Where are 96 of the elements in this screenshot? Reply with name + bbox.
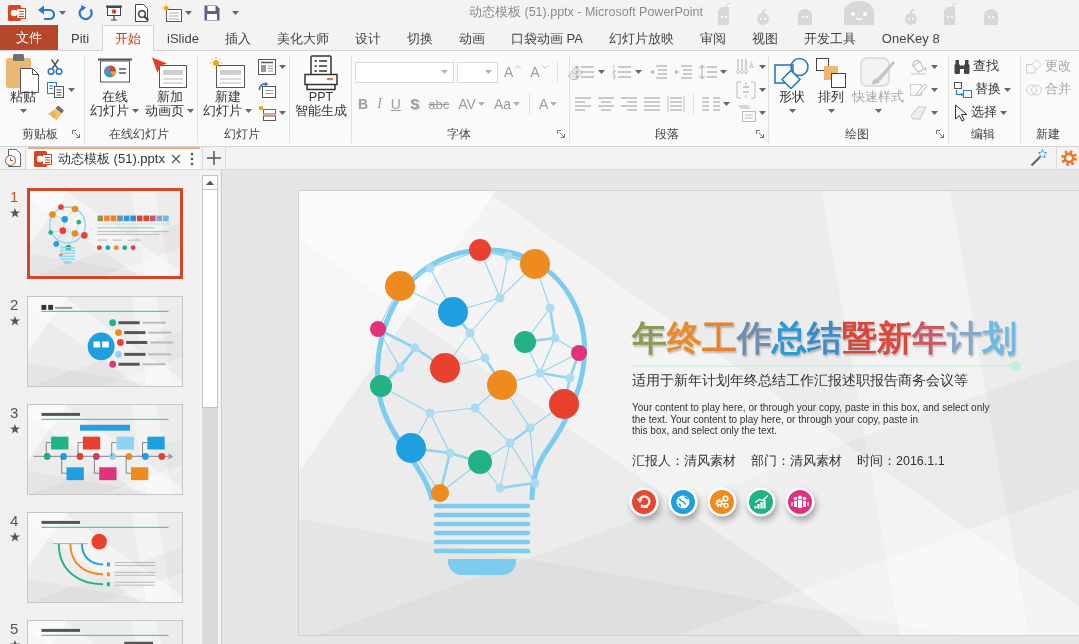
new-slide-icon [209, 56, 246, 89]
slide-subtitle: 适用于新年计划年终总结工作汇报述职报告商务会议等 [632, 372, 968, 390]
scissors-icon[interactable] [47, 58, 63, 75]
cursor-icon [954, 103, 968, 122]
ribbon-tab[interactable]: 插入 [211, 25, 264, 51]
dialog-launcher-icon[interactable] [557, 130, 565, 138]
copy-icon[interactable] [47, 81, 65, 98]
undo-icon[interactable] [38, 4, 56, 21]
new-slide-icon[interactable] [162, 3, 182, 22]
info-text: 汇报人：清风素材 [632, 452, 736, 469]
ribbon-tab[interactable]: OneKey 8 [868, 25, 953, 51]
slide-number: 2 [10, 296, 19, 313]
ribbon-tab[interactable]: 口袋动画 PA [497, 25, 596, 51]
ribbon-tab[interactable]: 开始 [102, 25, 155, 51]
group-label: 剪贴板 [22, 125, 58, 143]
ribbon-tab[interactable]: 审阅 [686, 25, 739, 51]
paper-plane-slide-icon [151, 56, 188, 89]
window-title: 动态模板 (51).pptx - Microsoft PowerPoint [469, 4, 703, 21]
more-icon[interactable] [190, 152, 194, 166]
slide-number: 1 [10, 188, 19, 205]
ribbon-tab[interactable]: Piti [58, 25, 103, 51]
slide-thumbnail[interactable] [27, 404, 183, 495]
group-label: 幻灯片 [223, 125, 260, 143]
group-label: 编辑 [970, 125, 995, 143]
slide-number: 3 [10, 404, 19, 421]
close-icon[interactable] [170, 154, 181, 164]
paintbrush-icon[interactable] [47, 104, 65, 121]
magic-wand-icon[interactable] [1030, 149, 1048, 167]
brush-square-icon [860, 56, 896, 89]
shapes-icon [774, 56, 810, 89]
up-arrow-icon [206, 180, 214, 185]
find-button[interactable]: 查找 [952, 55, 1013, 78]
shapes-button[interactable]: 形状 [772, 55, 812, 125]
info-text: 部门：清风素材 [751, 452, 842, 469]
dialog-launcher-icon[interactable] [72, 130, 80, 138]
ribbon-tab[interactable]: iSlide [154, 25, 212, 51]
scrollbar-thumb[interactable] [202, 190, 218, 408]
ribbon-tab[interactable]: 幻灯片放映 [595, 25, 687, 51]
slide-thumbnail[interactable] [27, 512, 183, 603]
caret-icon[interactable] [68, 87, 75, 92]
slide-number: 4 [10, 512, 19, 529]
scroll-up-button[interactable] [202, 175, 218, 190]
slide-thumbnail[interactable] [27, 296, 183, 387]
caret-icon[interactable] [279, 110, 286, 115]
slides-file-icon [34, 150, 52, 168]
ribbon-tab[interactable]: 视图 [738, 25, 791, 51]
slide-body-text: Your content to play here, or through your copy, paste in this box, and select only the text. Your content to play here, or through your copy, paste in this box, and select only the text. [632, 402, 990, 437]
info-text: 时间：2016.1.1 [857, 452, 945, 469]
new-slide-button[interactable]: 新建 幻灯片 [201, 55, 254, 125]
group-label: 绘图 [844, 125, 869, 143]
page-magnifier-icon[interactable] [134, 3, 150, 22]
caret-icon[interactable] [279, 64, 286, 69]
repeat-icon[interactable] [78, 4, 94, 21]
ribbon-tab[interactable]: 切换 [393, 25, 446, 51]
section-icon[interactable] [258, 104, 276, 121]
projector-screen-icon[interactable] [106, 4, 122, 21]
customize-caret-icon[interactable] [232, 10, 239, 15]
slide-number: 5 [10, 620, 19, 637]
merge-shapes-icon [1026, 82, 1042, 97]
replace-button[interactable]: 替换 [952, 78, 1013, 101]
slide-title: 年终工作总结暨新年计划 [632, 317, 1017, 359]
group-label: 字体 [446, 125, 471, 143]
arrange-button[interactable]: 排列 [814, 55, 848, 125]
online-slides-button[interactable]: 在线 幻灯片 [88, 55, 141, 125]
printer-icon [303, 54, 339, 91]
ribbon-tab[interactable]: 动画 [445, 25, 498, 51]
dialog-launcher-icon[interactable] [756, 130, 764, 138]
group-label: 在线幻灯片 [109, 125, 169, 143]
settings-icon[interactable] [1061, 150, 1077, 166]
paste-button[interactable]: 粘贴 [3, 55, 43, 125]
group-label: 段落 [655, 125, 679, 143]
document-tab[interactable]: 动态模板 (51).pptx [28, 147, 200, 169]
dialog-launcher-icon[interactable] [936, 130, 944, 138]
shape-change-icon [1026, 59, 1042, 74]
file-menu-tab[interactable]: 文件 [0, 25, 58, 50]
ribbon-tab[interactable]: 美化大师 [263, 25, 342, 51]
arrange-icon [816, 57, 846, 88]
up-caret-icon [515, 65, 522, 69]
slide-thumbnail[interactable] [27, 188, 183, 279]
new-animation-page-button[interactable]: 新加 动画页 [143, 55, 196, 125]
slides-app-icon[interactable] [8, 3, 26, 22]
down-caret-icon [541, 65, 548, 69]
smart-generate-button[interactable]: PPT 智能生成 [293, 55, 349, 125]
replace-icon [954, 81, 972, 98]
binoculars-icon [954, 59, 970, 74]
save-icon[interactable] [204, 4, 220, 21]
layout-icon[interactable] [258, 58, 276, 75]
ribbon-tab[interactable]: 设计 [341, 25, 394, 51]
document-clock-icon[interactable] [3, 149, 22, 167]
reset-slide-icon[interactable] [258, 81, 276, 98]
ribbon-tab[interactable]: 开发工具 [790, 25, 869, 51]
group-label: 新建 [1036, 125, 1060, 143]
caret-icon[interactable] [59, 10, 66, 15]
caret-icon[interactable] [185, 10, 192, 15]
plus-icon[interactable] [207, 151, 221, 165]
select-button[interactable]: 选择 [952, 101, 1013, 124]
